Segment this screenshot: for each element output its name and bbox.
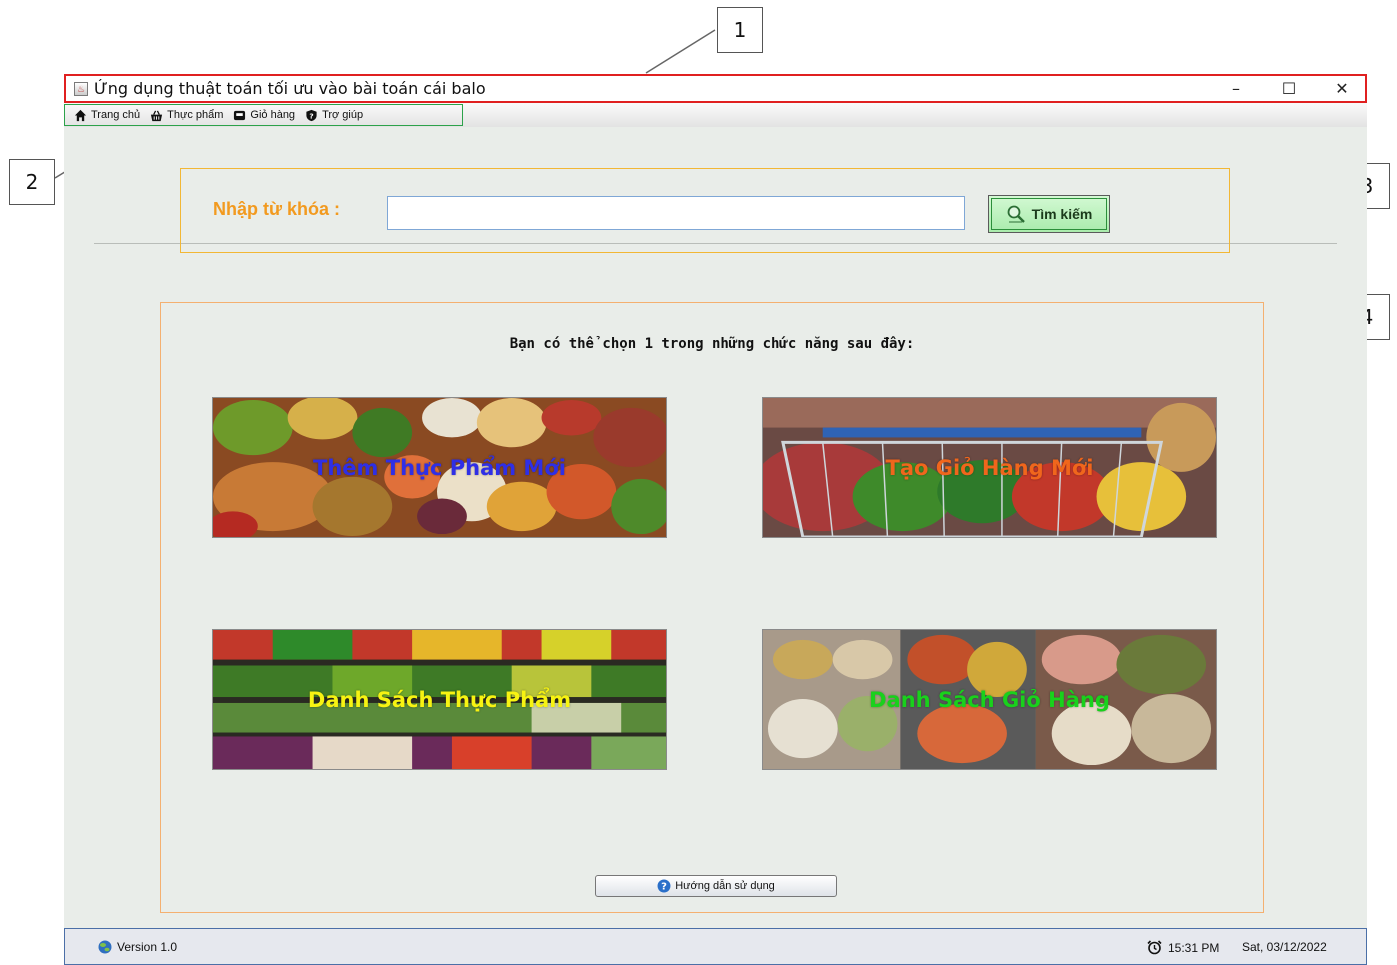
food-list-card[interactable]: Danh Sách Thực Phẩm xyxy=(212,629,667,770)
callout-2: 2 xyxy=(9,159,55,205)
card-label-food-list: Danh Sách Thực Phẩm xyxy=(307,687,572,712)
maximize-button[interactable]: ☐ xyxy=(1269,76,1309,101)
user-guide-button[interactable]: ? Hướng dẫn sử dụng xyxy=(595,875,837,897)
window-title: Ứng dụng thuật toán tối ưu vào bài toán … xyxy=(94,79,486,98)
version-info: Version 1.0 xyxy=(98,940,177,954)
clock-info: 15:31 PM xyxy=(1147,940,1219,955)
minimize-button[interactable]: – xyxy=(1216,76,1256,101)
title-bar: ♨ Ứng dụng thuật toán tối ưu vào bài toá… xyxy=(64,74,1367,103)
add-food-card[interactable]: Thêm Thực Phẩm Mới xyxy=(212,397,667,538)
functions-prompt: Bạn có thể chọn 1 trong những chức năng … xyxy=(509,336,915,352)
cart-box-icon xyxy=(234,110,246,120)
menu-item-label: Giỏ hàng xyxy=(250,109,296,121)
menu-item-thuc-pham[interactable]: Thực phẩm xyxy=(150,109,223,122)
magnifier-icon xyxy=(1007,205,1025,223)
help-shield-icon: ? xyxy=(306,109,317,121)
close-button[interactable]: ✕ xyxy=(1322,76,1362,101)
help-circle-icon: ? xyxy=(657,879,671,893)
globe-icon xyxy=(98,940,112,954)
alarm-clock-icon xyxy=(1147,940,1162,955)
search-input[interactable] xyxy=(387,196,965,230)
functions-panel xyxy=(160,302,1264,913)
card-label-add-food: Thêm Thực Phẩm Mới xyxy=(313,455,566,480)
card-label-new-cart: Tạo Giỏ Hàng Mới xyxy=(885,455,1094,480)
user-guide-label: Hướng dẫn sử dụng xyxy=(675,880,775,892)
java-app-icon: ♨ xyxy=(74,81,88,96)
menu-item-label: Thực phẩm xyxy=(167,109,224,121)
date-label: Sat, 03/12/2022 xyxy=(1242,940,1327,954)
svg-text:?: ? xyxy=(309,111,313,120)
card-label-cart-list: Danh Sách Giỏ Hàng xyxy=(869,687,1110,712)
search-button[interactable]: Tìm kiếm xyxy=(988,195,1110,233)
cart-list-card[interactable]: Danh Sách Giỏ Hàng xyxy=(762,629,1217,770)
callout-1: 1 xyxy=(717,7,763,53)
menu-item-label: Trợ giúp xyxy=(322,109,364,121)
basket-icon xyxy=(151,110,163,121)
menu-items: Trang chủ Thực phẩm Giỏ hàng ? Trợ giúp xyxy=(74,104,363,126)
new-cart-card[interactable]: Tạo Giỏ Hàng Mới xyxy=(762,397,1217,538)
time-label: 15:31 PM xyxy=(1168,940,1220,955)
menu-item-trang-chu[interactable]: Trang chủ xyxy=(74,109,140,122)
home-icon xyxy=(74,109,87,121)
version-label: Version 1.0 xyxy=(117,940,178,954)
menu-item-label: Trang chủ xyxy=(91,109,141,121)
menu-item-tro-giup[interactable]: ? Trợ giúp xyxy=(305,109,363,122)
menu-item-gio-hang[interactable]: Giỏ hàng xyxy=(233,109,295,122)
search-button-label: Tìm kiếm xyxy=(1031,206,1093,222)
search-label: Nhập từ khóa : xyxy=(213,199,341,219)
svg-text:?: ? xyxy=(661,882,667,893)
